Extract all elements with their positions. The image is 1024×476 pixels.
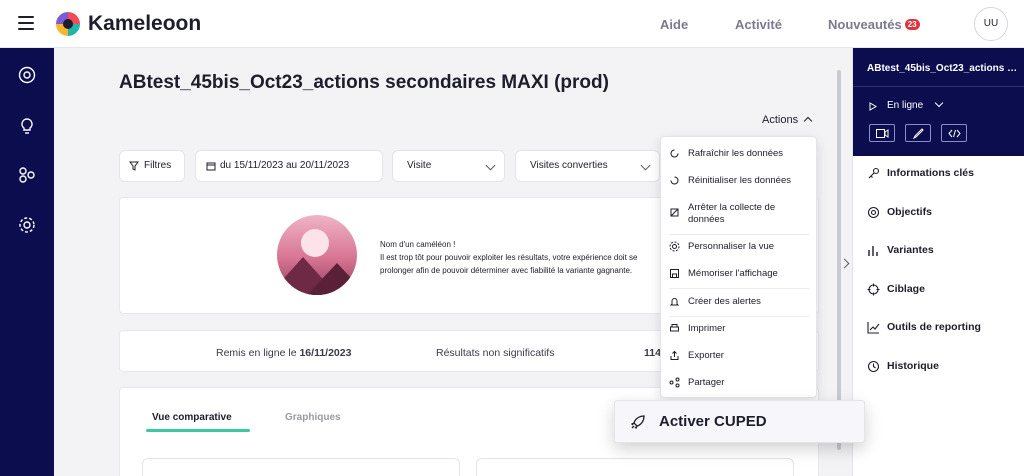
page-title: ABtest_45bis_Oct23_actions secondaires M…	[119, 72, 609, 93]
sunset-illustration	[277, 215, 357, 295]
code-button[interactable]	[941, 124, 967, 142]
tab-charts[interactable]: Graphiques	[285, 412, 341, 423]
bottom-select-2[interactable]	[476, 458, 794, 476]
nav-label: Outils de reporting	[887, 321, 981, 333]
top-bar: Kameleoon Aide Activité Nouveautés 23 UU	[0, 0, 1024, 48]
goal-select[interactable]: Visites converties	[515, 150, 660, 182]
user-avatar[interactable]: UU	[974, 7, 1008, 41]
news-count-badge: 23	[904, 19, 920, 30]
activate-cuped-label: Activer CUPED	[659, 413, 767, 430]
brush-icon	[913, 128, 924, 139]
menu-divider	[669, 234, 809, 235]
right-panel: ABtest_45bis_Oct23_actions secondaires M…	[852, 48, 1024, 476]
export-icon	[670, 350, 679, 360]
crosshair-icon	[867, 283, 880, 296]
tab-comparative-view[interactable]: Vue comparative	[152, 412, 232, 423]
header-divider	[853, 86, 1024, 87]
status-select[interactable]: En ligne	[887, 98, 944, 111]
status-label: En ligne	[887, 100, 924, 111]
message-line-3: prolonger afin de pouvoir déterminer ave…	[380, 266, 633, 275]
kameleoon-logo-icon	[56, 12, 80, 36]
calendar-icon	[206, 162, 216, 171]
menu-item-label: Réinitialiser les données	[688, 175, 791, 186]
line-chart-icon	[867, 322, 880, 334]
active-tab-indicator	[146, 429, 250, 432]
nav-label: Variantes	[887, 244, 934, 256]
left-rail	[0, 48, 54, 476]
menu-item-label: Arrêter la collecte de données	[688, 202, 776, 225]
stat-count: 114	[644, 347, 661, 359]
menu-divider	[669, 316, 809, 317]
menu-item-label: Partager	[688, 377, 725, 388]
message-line-2: Il est trop tôt pour pouvoir exploiter l…	[380, 253, 638, 262]
bottom-select-1[interactable]	[142, 458, 460, 476]
lightbulb-icon[interactable]	[17, 116, 37, 136]
main-scrollbar[interactable]	[837, 70, 841, 450]
nav-label: Objectifs	[887, 206, 932, 218]
chevron-down-icon	[485, 160, 496, 171]
date-range-picker[interactable]: du 15/11/2023 au 20/11/2023	[195, 150, 383, 182]
nav-label: Ciblage	[887, 283, 925, 295]
metric-select[interactable]: Visite	[392, 150, 505, 182]
video-button[interactable]	[869, 124, 895, 142]
nav-label: Informations clés	[887, 167, 974, 179]
online-date: 16/11/2023	[299, 347, 352, 359]
segments-icon[interactable]	[17, 165, 37, 185]
menu-item-label: Créer des alertes	[688, 296, 761, 307]
actions-menu-toggle[interactable]: Actions	[762, 114, 813, 126]
printer-icon	[670, 324, 679, 332]
menu-item-label: Exporter	[688, 350, 724, 361]
bell-icon	[669, 298, 680, 306]
filters-label: Filtres	[144, 160, 172, 171]
menu-item-label: Imprimer	[688, 323, 726, 334]
actions-dropdown: Rafraîchir les données Réinitialiser les…	[660, 136, 817, 398]
filters-button[interactable]: Filtres	[119, 150, 185, 182]
actions-label: Actions	[762, 114, 799, 126]
menu-item-label: Mémoriser l'affichage	[688, 268, 778, 279]
dashboard-icon[interactable]	[17, 65, 37, 85]
chevron-down-icon	[640, 160, 651, 171]
gear-icon[interactable]	[17, 215, 37, 235]
video-icon	[876, 129, 889, 138]
play-icon	[869, 102, 877, 111]
nav-help[interactable]: Aide	[660, 17, 688, 32]
menu-divider	[669, 288, 809, 289]
save-icon	[670, 269, 679, 278]
menu-item-stop-collection[interactable]: Arrêter la collecte de données	[669, 202, 814, 226]
nav-news-label: Nouveautés	[828, 17, 902, 32]
bar-chart-icon	[868, 246, 878, 256]
online-date-info: Remis en ligne le 16/11/2023	[216, 347, 351, 359]
key-icon	[868, 167, 880, 179]
online-prefix: Remis en ligne le	[216, 347, 297, 359]
clock-icon	[867, 360, 880, 373]
hamburger-menu-icon[interactable]	[18, 16, 34, 30]
app-name: Kameleoon	[88, 12, 202, 35]
date-range-label: du 15/11/2023 au 20/11/2023	[220, 160, 350, 171]
experiment-title: ABtest_45bis_Oct23_actions secondaires M…	[867, 63, 1019, 74]
chevron-up-icon	[803, 116, 813, 126]
reset-icon	[670, 176, 679, 185]
settings-icon	[669, 241, 680, 252]
share-icon	[669, 377, 680, 388]
refresh-icon	[670, 149, 679, 158]
activate-cuped-button[interactable]: Activer CUPED	[614, 400, 865, 443]
significance-status: Résultats non significatifs	[436, 347, 555, 359]
stop-collect-icon	[670, 208, 679, 217]
nav-label: Historique	[887, 360, 939, 372]
menu-item-label: Personnaliser la vue	[688, 241, 775, 252]
message-title: Nom d'un caméléon !	[380, 240, 456, 249]
metric-value: Visite	[407, 160, 432, 171]
nav-news[interactable]: Nouveautés 23	[828, 17, 920, 32]
code-icon	[948, 129, 961, 138]
experiment-header: ABtest_45bis_Oct23_actions secondaires M…	[853, 48, 1024, 156]
menu-item-label: Rafraîchir les données	[688, 148, 784, 159]
rocket-icon	[630, 415, 645, 430]
nav-activity[interactable]: Activité	[735, 17, 782, 32]
chevron-down-icon	[934, 98, 944, 108]
edit-button[interactable]	[905, 124, 931, 142]
target-icon	[867, 206, 880, 219]
goal-value: Visites converties	[530, 160, 608, 171]
filter-icon	[129, 161, 139, 171]
